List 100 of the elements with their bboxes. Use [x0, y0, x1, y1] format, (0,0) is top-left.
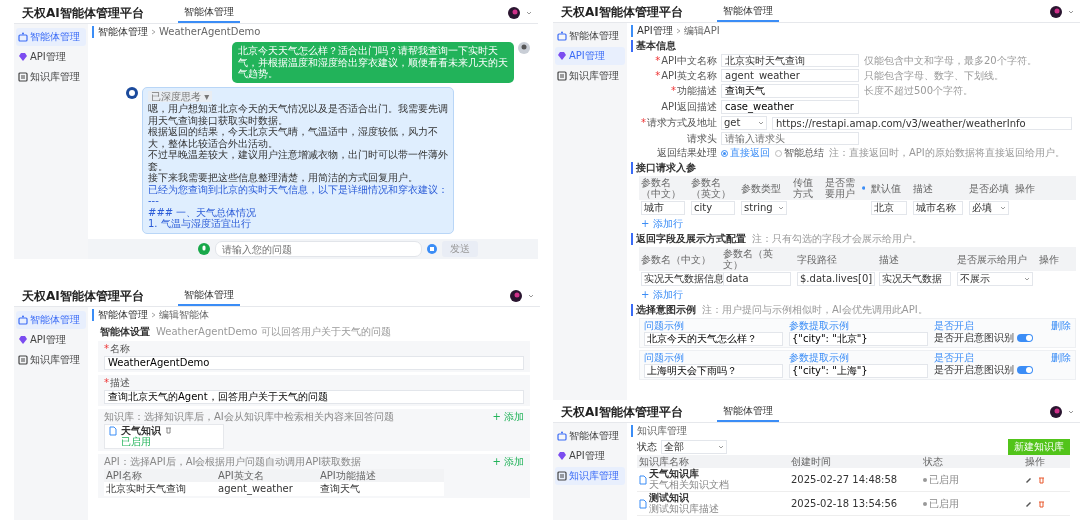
caret-icon: [718, 444, 724, 450]
status-text: 已启用: [929, 473, 959, 486]
input-field[interactable]: 北京实时天气查询: [721, 54, 859, 67]
field-label: 参数提取示例: [788, 352, 850, 364]
add-row-link[interactable]: + 添加行: [641, 289, 683, 301]
column-header: API英文名: [218, 470, 264, 481]
info-icon: [861, 185, 865, 191]
section-title: 接口请求入参: [636, 162, 696, 174]
message-line: ### 一、天气总体情况: [148, 206, 258, 218]
column-header: 状态: [923, 456, 943, 467]
sidebar-item[interactable]: API管理: [555, 47, 625, 65]
edit-icon: [1025, 500, 1032, 507]
input-field[interactable]: agent_weather: [721, 69, 859, 82]
input-field[interactable]: 北京: [871, 201, 907, 215]
column-header: 是否需要用户: [825, 177, 856, 199]
field-label: 功能描述: [677, 85, 717, 96]
text-area[interactable]: {"city": "北京"}: [788, 332, 928, 346]
required-mark: *: [671, 85, 676, 96]
column-header: 参数名（英文）: [723, 248, 774, 270]
field-label: 返回结果处理: [657, 147, 717, 158]
kb-name[interactable]: 测试知识: [649, 493, 719, 504]
field-hint: 只能包含字母、数字、下划线。: [864, 69, 1004, 82]
toggle-switch[interactable]: [1016, 366, 1033, 374]
field-label: 名称: [110, 343, 130, 354]
sidebar-item[interactable]: API管理: [16, 48, 86, 66]
sidebar-item[interactable]: 知识库管理: [16, 68, 86, 86]
sidebar-item[interactable]: API管理: [16, 331, 86, 349]
toggle-switch[interactable]: [1016, 334, 1033, 342]
filter-label: 状态: [637, 441, 657, 453]
kb-name[interactable]: 天气知识库: [649, 469, 729, 480]
dropdown[interactable]: 必填: [969, 201, 1009, 215]
message-paragraph: 根据返回的结果，今天北京天气晴，气温适中，湿度较低，风力不大，整体比较适合外出活动。: [148, 126, 439, 149]
input-field[interactable]: WeatherAgentDemo: [104, 356, 524, 370]
dropdown[interactable]: 全部: [661, 440, 727, 454]
input-field[interactable]: 城市名称: [913, 201, 963, 215]
input-field[interactable]: 请输入请求头: [721, 132, 859, 145]
input-field[interactable]: data: [723, 272, 791, 286]
sidebar-item[interactable]: 知识库管理: [555, 467, 625, 485]
dropdown[interactable]: string: [741, 201, 787, 215]
sidebar-item[interactable]: 智能体管理: [555, 27, 625, 45]
message-paragraph: 接下来我需要把这些信息整理清楚，用简洁的方式回复用户。: [148, 172, 419, 184]
sidebar-item[interactable]: 知识库管理: [555, 67, 625, 85]
column-header: 传值方式: [793, 177, 814, 199]
input-field[interactable]: 城市: [641, 201, 685, 215]
sidebar-item[interactable]: 智能体管理: [555, 427, 625, 445]
dropdown[interactable]: 不展示: [957, 272, 1033, 286]
column-header: API功能描述: [320, 470, 376, 481]
column-header: 描述: [913, 182, 933, 194]
text-area[interactable]: 查询北京天气的Agent，回答用户关于天气的问题: [104, 390, 524, 404]
column-header: 知识库名称: [639, 456, 689, 467]
column-header: 默认值: [871, 182, 901, 194]
input-field[interactable]: 实况天气数据: [879, 272, 951, 286]
column-header: 是否展示给用户: [957, 253, 1027, 265]
app-title: 天权AI智能体管理平台: [22, 5, 145, 21]
message-input[interactable]: 请输入您的问题: [215, 241, 422, 257]
field-label: 问题示例: [644, 320, 685, 332]
robot-icon: [557, 431, 567, 441]
thinking-tag[interactable]: 已深度思考 ▾: [148, 90, 213, 102]
field-label: 描述: [110, 377, 130, 388]
column-header: 参数名（中文）: [641, 177, 682, 199]
field-label: 问题示例: [644, 352, 685, 364]
caret-icon: [1068, 409, 1074, 415]
sidebar-item[interactable]: 智能体管理: [16, 28, 86, 46]
text-area[interactable]: case_weather: [721, 100, 859, 114]
diamond-icon: [18, 335, 28, 345]
field-label: API英文名称: [661, 69, 717, 81]
sidebar-item[interactable]: 知识库管理: [16, 351, 86, 369]
text-area[interactable]: 北京今天的天气怎么样？: [644, 332, 783, 346]
message-line: 1. 气温与湿度适宜出行: [148, 218, 251, 230]
user-avatar-icon: [518, 42, 530, 54]
avatar-icon: [1050, 6, 1062, 18]
column-header: 字段路径: [797, 253, 837, 265]
document-status: 已启用: [121, 436, 151, 447]
caret-icon: [1068, 9, 1074, 15]
sidebar-item[interactable]: API管理: [555, 447, 625, 465]
caret-icon: [526, 10, 532, 16]
document-icon: [639, 498, 647, 509]
radio-option[interactable]: 智能总结: [775, 147, 824, 159]
radio-option[interactable]: 直接返回: [721, 147, 770, 159]
section-title: 返回字段及展示方式配置: [636, 233, 746, 245]
breadcrumb-item[interactable]: 智能体管理: [98, 26, 148, 38]
url-field[interactable]: https://restapi.amap.com/v3/weather/weatherInfo: [772, 116, 1072, 130]
input-field[interactable]: city: [691, 201, 735, 215]
robot-icon: [557, 31, 567, 41]
dropdown[interactable]: get: [721, 116, 767, 130]
caret-icon: [528, 293, 534, 299]
section-note: 注：用户提问与示例相似时，AI会优先调用此API。: [702, 304, 928, 316]
add-row-link[interactable]: + 添加行: [641, 218, 683, 230]
breadcrumb-item[interactable]: API管理: [637, 25, 673, 37]
text-area[interactable]: 上海明天会下雨吗？: [644, 364, 783, 378]
document-card[interactable]: 天气知识 已启用: [104, 424, 224, 449]
breadcrumb-item: 编辑API: [683, 25, 720, 37]
section-title: 选择意图示例: [636, 304, 696, 316]
section-title: 基本信息: [636, 40, 676, 52]
breadcrumb-item[interactable]: 智能体管理: [98, 309, 148, 321]
input-field[interactable]: $.data.lives[0]: [797, 272, 876, 286]
sidebar-item[interactable]: 智能体管理: [16, 311, 86, 329]
text-area[interactable]: 查询天气: [721, 84, 859, 98]
text-area[interactable]: {"city": "上海"}: [788, 364, 928, 378]
caret-icon: [778, 205, 784, 211]
